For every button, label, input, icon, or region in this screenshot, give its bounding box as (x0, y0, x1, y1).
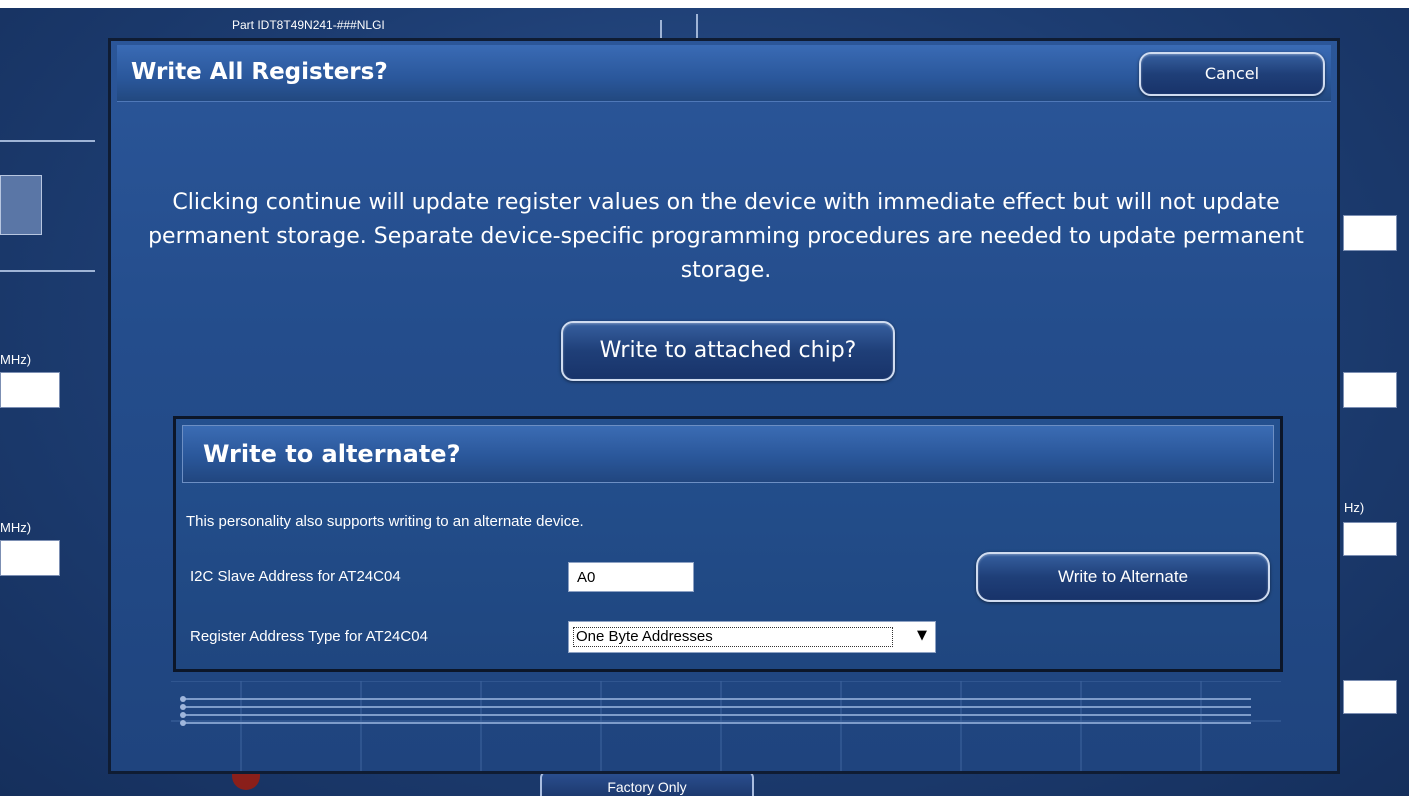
write-to-alternate-panel: Write to alternate? This personality als… (173, 416, 1283, 672)
right-field[interactable] (1343, 522, 1397, 556)
frequency-label: MHz) (0, 520, 32, 535)
frequency-field[interactable] (0, 540, 60, 576)
slave-address-input[interactable] (568, 562, 694, 592)
circuit-line (0, 270, 95, 272)
dialog-title: Write All Registers? (131, 59, 388, 85)
dropdown-arrow-icon[interactable]: ▼ (917, 628, 927, 643)
part-label: Part IDT8T49N241-###NLGI (232, 18, 385, 32)
right-field[interactable] (1343, 215, 1397, 251)
background-block (0, 175, 42, 235)
right-field[interactable] (1343, 372, 1397, 408)
register-type-value: One Byte Addresses (573, 627, 893, 647)
right-field[interactable] (1343, 680, 1397, 714)
circuit-line (696, 14, 698, 40)
alternate-panel-header: Write to alternate? (182, 425, 1274, 483)
register-type-select[interactable]: One Byte Addresses ▼ (568, 621, 936, 653)
cancel-button[interactable]: Cancel (1139, 52, 1325, 96)
write-to-alternate-button[interactable]: Write to Alternate (976, 552, 1270, 602)
slave-address-label: I2C Slave Address for AT24C04 (190, 568, 401, 585)
write-to-attached-chip-button[interactable]: Write to attached chip? (561, 321, 895, 381)
alternate-panel-title: Write to alternate? (203, 440, 461, 468)
dialog-header: Write All Registers? Cancel (117, 45, 1331, 102)
dialog-message: Clicking continue will update register v… (148, 190, 1304, 283)
frequency-field[interactable] (0, 372, 60, 408)
frequency-label: Hz) (1344, 500, 1365, 515)
circuit-line (0, 140, 95, 142)
background-top-strip (0, 0, 1409, 8)
alternate-description: This personality also supports writing t… (186, 513, 584, 530)
write-all-registers-dialog: Write All Registers? Cancel Clicking con… (108, 38, 1340, 774)
circuit-line (660, 20, 662, 40)
frequency-label: MHz) (0, 352, 32, 367)
register-type-label: Register Address Type for AT24C04 (190, 628, 428, 645)
circuit-decoration (171, 681, 1281, 771)
